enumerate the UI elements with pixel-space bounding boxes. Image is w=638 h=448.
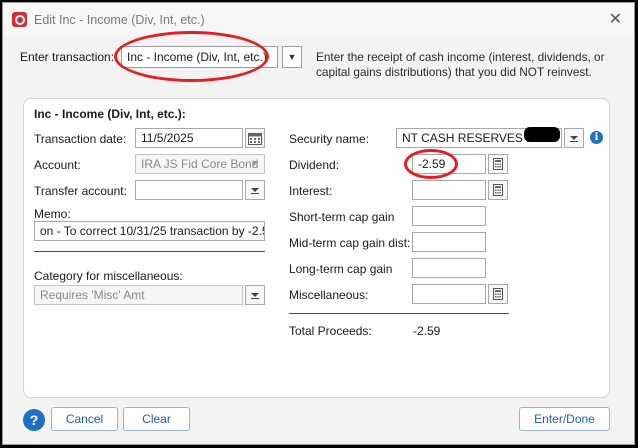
memo-label: Memo: bbox=[34, 207, 71, 221]
window-title: Edit Inc - Income (Div, Int, etc.) bbox=[34, 13, 205, 27]
account-label: Account: bbox=[34, 158, 81, 172]
panel-title: Inc - Income (Div, Int, etc.): bbox=[34, 107, 186, 121]
transaction-date-field[interactable]: 11/5/2025 bbox=[135, 128, 243, 148]
help-button[interactable]: ? bbox=[23, 409, 45, 431]
list-picker-icon[interactable] bbox=[245, 285, 265, 305]
calculator-icon[interactable] bbox=[488, 180, 508, 200]
edit-income-dialog: Edit Inc - Income (Div, Int, etc.) ✕ Ent… bbox=[2, 2, 635, 445]
hint-line-2: capital gains distributions) that you di… bbox=[316, 65, 592, 79]
calculator-icon[interactable] bbox=[488, 154, 508, 174]
account-select[interactable]: IRA JS Fid Core Bond bbox=[135, 154, 265, 174]
hint-line-1: Enter the receipt of cash income (intere… bbox=[316, 50, 605, 64]
right-separator bbox=[289, 313, 509, 314]
miscellaneous-label: Miscellaneous: bbox=[289, 288, 369, 302]
interest-field[interactable] bbox=[412, 180, 486, 200]
mid-term-cap-gain-label: Mid-term cap gain dist: bbox=[289, 236, 411, 250]
dividend-field[interactable]: -2.59 bbox=[412, 154, 486, 174]
list-picker-icon[interactable] bbox=[245, 180, 265, 200]
info-icon[interactable]: i bbox=[590, 131, 603, 144]
total-proceeds-label: Total Proceeds: bbox=[289, 324, 372, 338]
transfer-account-field[interactable] bbox=[135, 180, 243, 200]
long-term-cap-gain-field[interactable] bbox=[412, 258, 486, 278]
category-label: Category for miscellaneous: bbox=[34, 269, 183, 283]
transaction-type-select[interactable]: Inc - Income (Div, Int, etc.) bbox=[121, 46, 278, 68]
transaction-hint: Enter the receipt of cash income (intere… bbox=[316, 50, 621, 80]
clear-button[interactable]: Clear bbox=[123, 407, 190, 431]
security-name-label: Security name: bbox=[289, 132, 370, 146]
left-separator bbox=[34, 251, 265, 252]
chevron-down-icon: ▼ bbox=[250, 158, 259, 168]
title-bar: Edit Inc - Income (Div, Int, etc.) ✕ bbox=[3, 3, 634, 36]
long-term-cap-gain-label: Long-term cap gain bbox=[289, 262, 393, 276]
mid-term-cap-gain-field[interactable] bbox=[412, 232, 486, 252]
enter-done-button[interactable]: Enter/Done bbox=[519, 407, 610, 431]
short-term-cap-gain-field[interactable] bbox=[412, 206, 486, 226]
calendar-icon[interactable] bbox=[245, 128, 265, 148]
calculator-icon[interactable] bbox=[488, 284, 508, 304]
chevron-down-icon[interactable]: ▼ bbox=[282, 46, 302, 68]
cancel-button[interactable]: Cancel bbox=[51, 407, 118, 431]
transfer-account-label: Transfer account: bbox=[34, 184, 127, 198]
short-term-cap-gain-label: Short-term cap gain bbox=[289, 210, 395, 224]
interest-label: Interest: bbox=[289, 184, 333, 198]
income-panel: Inc - Income (Div, Int, etc.): Transacti… bbox=[23, 98, 610, 398]
miscellaneous-field[interactable] bbox=[412, 284, 486, 304]
transaction-date-label: Transaction date: bbox=[34, 132, 127, 146]
enter-transaction-label: Enter transaction: bbox=[20, 50, 115, 64]
close-icon[interactable]: ✕ bbox=[609, 9, 622, 29]
dividend-label: Dividend: bbox=[289, 158, 340, 172]
redaction-mark bbox=[524, 127, 560, 142]
total-proceeds-value: -2.59 bbox=[413, 324, 441, 338]
quicken-logo-icon bbox=[12, 12, 27, 27]
list-picker-icon[interactable] bbox=[564, 128, 584, 148]
memo-field[interactable]: on - To correct 10/31/25 transaction by … bbox=[34, 221, 265, 241]
category-field[interactable]: Requires 'Misc' Amt bbox=[34, 285, 243, 305]
